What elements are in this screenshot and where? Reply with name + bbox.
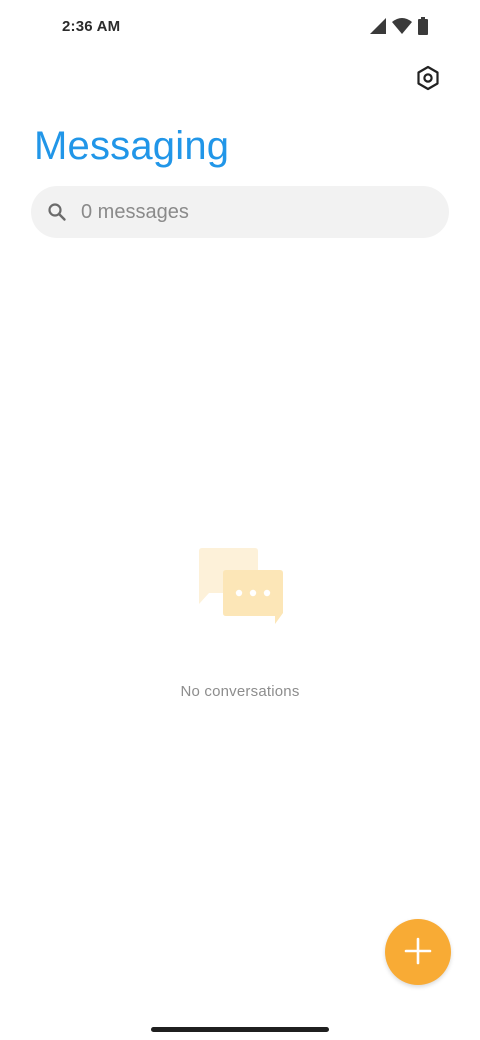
gear-icon [415, 65, 441, 96]
gesture-nav-handle[interactable] [151, 1027, 329, 1032]
signal-icon [370, 18, 386, 34]
battery-icon [418, 17, 428, 35]
plus-icon [404, 937, 432, 968]
search-bar[interactable] [31, 186, 449, 238]
status-bar: 2:36 AM [0, 0, 480, 56]
conversations-icon [195, 546, 287, 626]
status-time: 2:36 AM [62, 18, 121, 35]
search-input[interactable] [81, 186, 431, 238]
new-conversation-button[interactable] [385, 919, 451, 985]
messaging-screen: 2:36 AM Messaging 0 messages No conversa… [0, 0, 480, 1040]
empty-state-text: No conversations [180, 683, 300, 700]
status-icons [370, 17, 428, 35]
wifi-icon [392, 18, 412, 34]
settings-button[interactable] [408, 60, 448, 100]
page-title: Messaging [34, 124, 230, 168]
search-icon [47, 202, 67, 222]
